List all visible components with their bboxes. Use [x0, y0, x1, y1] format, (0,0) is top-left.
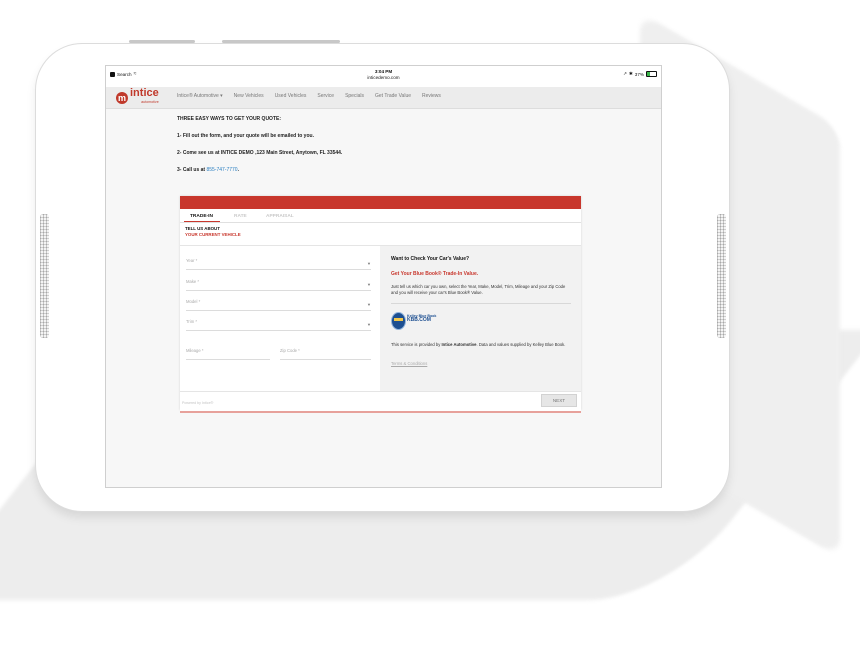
provided-company: Intice Automotive [441, 342, 477, 347]
nav-item-reviews[interactable]: Reviews [422, 93, 441, 99]
active-tab-indicator [184, 221, 220, 222]
nav-item-new-vehicles[interactable]: New Vehicles [234, 93, 264, 99]
year-select[interactable]: Year * ▼ [186, 258, 371, 270]
widget-header-bar [180, 196, 581, 209]
mileage-input[interactable]: Mileage * [186, 348, 270, 360]
info-subtitle: Get Your Blue Book® Trade-In Value. [391, 271, 479, 277]
tell-us-line-2: YOUR CURRENT VEHICLE [185, 232, 241, 237]
instruction-step-1: 1- Fill out the form, and your quote wil… [177, 133, 314, 139]
location-icon: ↗ [623, 71, 627, 76]
info-divider [391, 303, 571, 304]
status-url[interactable]: inticedemo.com [106, 75, 661, 81]
chevron-down-icon: ▼ [367, 302, 371, 307]
battery-percent: 37% [634, 71, 644, 77]
trim-select[interactable]: Trim * ▼ [186, 319, 371, 331]
tablet-screen: Search ≈ 3:04 PM inticedemo.com ↗ ✱ 37% … [105, 65, 662, 488]
tablet-volume-button [129, 40, 195, 43]
nav-item-intice-automotive[interactable]: Intice® Automotive ▾ [177, 93, 223, 99]
bluetooth-icon: ✱ [628, 71, 633, 76]
info-description: Just tell us which car you own, select t… [391, 284, 566, 295]
quote-instructions: THREE EASY WAYS TO GET YOUR QUOTE: 1- Fi… [177, 116, 342, 184]
provided-prefix: This service is provided by [391, 342, 442, 347]
vehicle-form: Year * ▼ Make * ▼ Model * ▼ Trim * ▼ Mileage… [180, 245, 380, 392]
mileage-label: Mileage * [186, 348, 204, 353]
kbb-badge-icon [391, 312, 406, 330]
tablet-right-speaker [717, 214, 726, 338]
terms-link[interactable]: Terms & Conditions [391, 361, 427, 366]
trade-in-widget: TRADE-IN RATE APPRAISAL TELL US ABOUT YO… [180, 196, 581, 413]
make-select[interactable]: Make * ▼ [186, 279, 371, 291]
tab-trade-in[interactable]: TRADE-IN [190, 214, 213, 219]
status-center: 3:04 PM inticedemo.com [106, 69, 661, 81]
instruction-step-3: 3- Call us at 855-747-7770. [177, 167, 342, 173]
make-label: Make * [186, 279, 200, 284]
zip-code-input[interactable]: Zip Code * [280, 348, 371, 360]
battery-icon [646, 71, 657, 77]
chevron-down-icon: ▼ [367, 282, 371, 287]
site-navbar: m intice automotive Intice® Automotive ▾… [106, 87, 661, 109]
next-button[interactable]: NEXT [541, 394, 577, 407]
model-label: Model * [186, 299, 201, 304]
status-right: ↗ ✱ 37% [623, 71, 657, 77]
nav-item-used-vehicles[interactable]: Used Vehicles [275, 93, 307, 99]
logo-mark-icon: m [116, 91, 128, 104]
site-logo[interactable]: m intice automotive [116, 86, 159, 107]
kbb-big-text: KBB.COM [407, 317, 431, 323]
tell-us-heading: TELL US ABOUT YOUR CURRENT VEHICLE [185, 226, 241, 238]
widget-footer: Powered by Intice® NEXT [180, 391, 581, 413]
instruction-step-2: 2- Come see us at INTICE DEMO ,123 Main … [177, 150, 343, 156]
chevron-down-icon: ▼ [367, 322, 371, 327]
instructions-heading: THREE EASY WAYS TO GET YOUR QUOTE: [177, 116, 282, 122]
year-label: Year * [186, 258, 198, 263]
tablet-left-speaker [40, 214, 49, 338]
logo-text: intice automotive [130, 86, 159, 107]
trim-label: Trim * [186, 319, 198, 324]
nav-links: Intice® Automotive ▾ New Vehicles Used V… [177, 93, 441, 99]
step-3-suffix: . [237, 167, 239, 173]
logo-word: intice [130, 86, 159, 99]
nav-item-get-trade-value[interactable]: Get Trade Value [375, 93, 411, 99]
chevron-down-icon: ▼ [367, 261, 371, 266]
status-bar: Search ≈ 3:04 PM inticedemo.com ↗ ✱ 37% [106, 66, 661, 87]
step-3-prefix: 3- Call us at [177, 167, 207, 173]
info-title: Want to Check Your Car's Value? [391, 256, 470, 262]
tab-appraisal[interactable]: APPRAISAL [266, 214, 294, 219]
blue-book-info: Want to Check Your Car's Value? Get Your… [380, 245, 581, 392]
kbb-logo-text: Kelley Blue Book KBB.COM [407, 314, 436, 323]
nav-item-service[interactable]: Service [317, 93, 334, 99]
tablet-power-button [222, 40, 340, 43]
provided-by-text: This service is provided by Intice Autom… [391, 342, 571, 348]
zip-code-label: Zip Code * [280, 348, 300, 353]
model-select[interactable]: Model * ▼ [186, 299, 371, 311]
tab-rate[interactable]: RATE [234, 214, 247, 219]
widget-tabs: TRADE-IN RATE APPRAISAL [180, 209, 581, 223]
logo-sub: automotive [141, 99, 159, 104]
provided-suffix: . Data and values supplied by Kelley Blu… [476, 342, 566, 347]
phone-link[interactable]: 855-747-7770 [206, 167, 237, 173]
powered-by-text: Powered by Intice® [182, 401, 214, 405]
nav-item-specials[interactable]: Specials [345, 93, 364, 99]
